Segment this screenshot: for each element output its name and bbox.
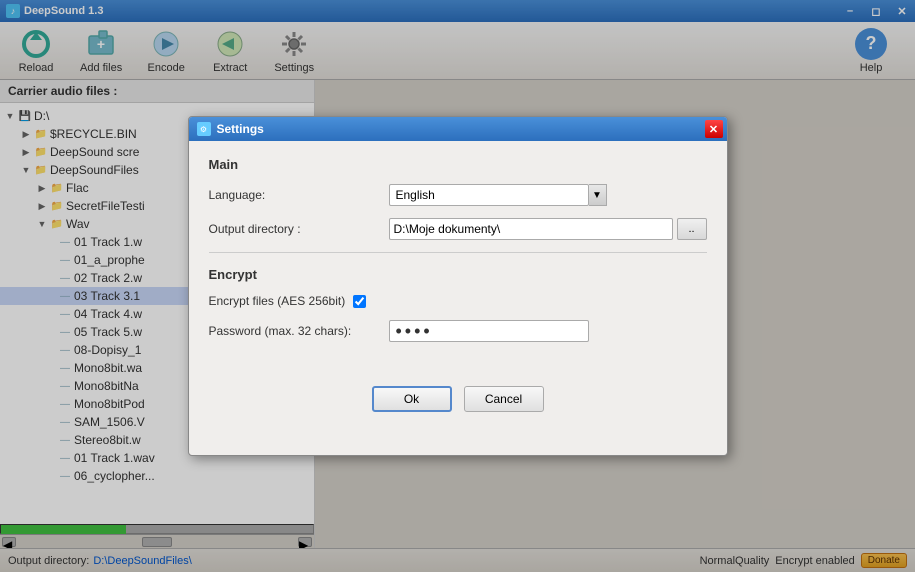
password-label: Password (max. 32 chars): (209, 324, 389, 338)
ok-button[interactable]: Ok (372, 386, 452, 412)
password-input[interactable]: •••• (389, 320, 589, 342)
language-control: English ▼ (389, 184, 707, 206)
output-dir-control: .. (389, 218, 707, 240)
language-dropdown[interactable]: English (389, 184, 589, 206)
cancel-button[interactable]: Cancel (464, 386, 544, 412)
dialog-title: Settings (217, 122, 264, 136)
password-control: •••• (389, 320, 707, 342)
dialog-close-button[interactable]: ✕ (705, 120, 723, 138)
settings-dialog: ⚙ Settings ✕ Main Language: English ▼ Ou… (188, 116, 728, 456)
encrypt-checkbox-row: Encrypt files (AES 256bit) (209, 294, 707, 308)
language-label: Language: (209, 188, 389, 202)
output-dir-row: Output directory : .. (209, 218, 707, 240)
dialog-footer: Ok Cancel (189, 370, 727, 432)
language-row: Language: English ▼ (209, 184, 707, 206)
output-dir-label: Output directory : (209, 222, 389, 236)
encrypt-checkbox[interactable] (353, 295, 366, 308)
browse-button[interactable]: .. (677, 218, 707, 240)
encrypt-section: Encrypt Encrypt files (AES 256bit) Passw… (209, 267, 707, 342)
main-section-title: Main (209, 157, 707, 172)
encrypt-label: Encrypt files (AES 256bit) (209, 294, 346, 308)
section-divider (209, 252, 707, 253)
modal-overlay: ⚙ Settings ✕ Main Language: English ▼ Ou… (0, 0, 915, 572)
language-dropdown-arrow[interactable]: ▼ (589, 184, 607, 206)
dialog-body: Main Language: English ▼ Output director… (189, 141, 727, 370)
password-row: Password (max. 32 chars): •••• (209, 320, 707, 342)
output-dir-input[interactable] (389, 218, 673, 240)
language-value: English (396, 188, 435, 202)
encrypt-section-title: Encrypt (209, 267, 707, 282)
password-dots-display: •••• (396, 321, 433, 342)
dialog-title-bar: ⚙ Settings ✕ (189, 117, 727, 141)
dialog-icon: ⚙ (197, 122, 211, 136)
